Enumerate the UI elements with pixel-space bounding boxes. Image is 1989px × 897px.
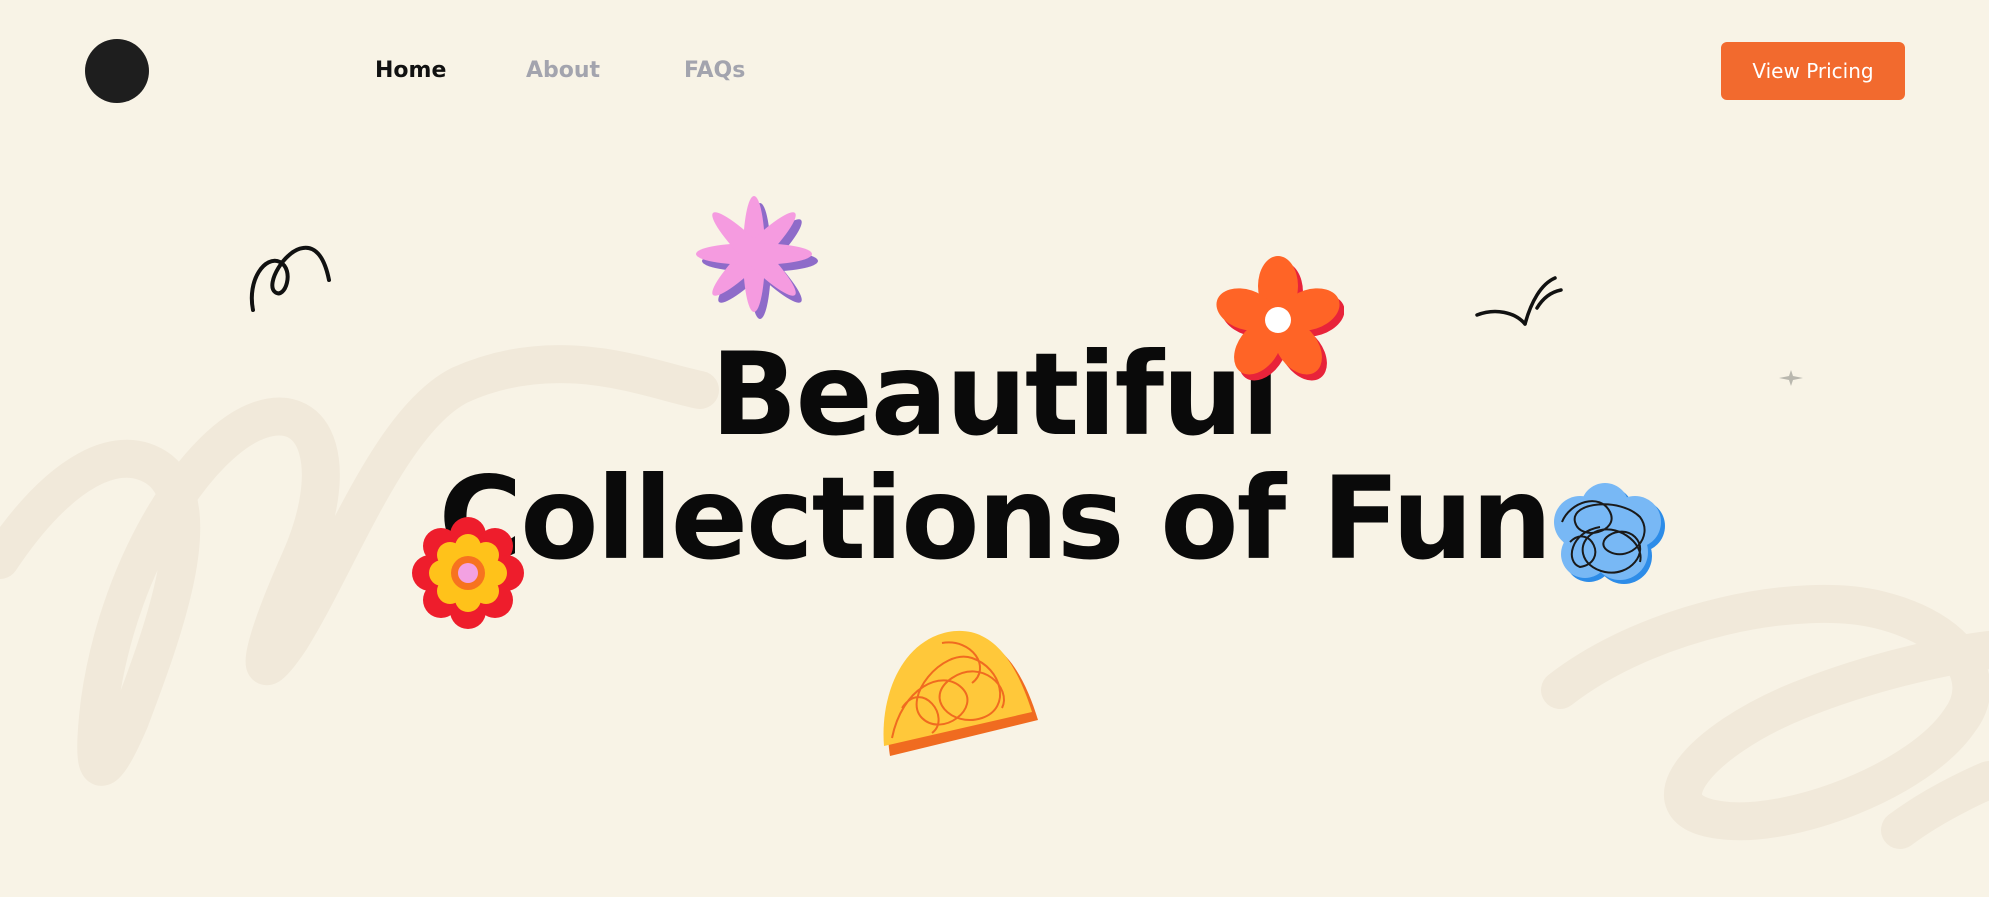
squiggle-loop-icon	[249, 245, 331, 312]
nav-faqs[interactable]: FAQs	[684, 55, 745, 87]
blue-scribble-blob-icon	[1554, 483, 1665, 584]
red-yellow-flower-icon	[412, 517, 524, 629]
hero-heading: Beautiful Collections of Fun	[0, 333, 1989, 581]
nav-about[interactable]: About	[526, 55, 600, 87]
check-sprout-icon	[1475, 276, 1563, 326]
pink-star-flower-icon	[696, 196, 818, 319]
hero-line-1: Beautiful	[710, 328, 1281, 461]
yellow-scribble-dome-icon	[883, 630, 1038, 756]
orange-daisy-icon	[1216, 256, 1344, 381]
nav-home[interactable]: Home	[375, 55, 446, 87]
sparkle-icon	[1779, 370, 1803, 386]
hero-line-2: Collections of Fun	[438, 452, 1553, 585]
view-pricing-button[interactable]: View Pricing	[1721, 42, 1905, 100]
logo[interactable]	[85, 39, 149, 103]
